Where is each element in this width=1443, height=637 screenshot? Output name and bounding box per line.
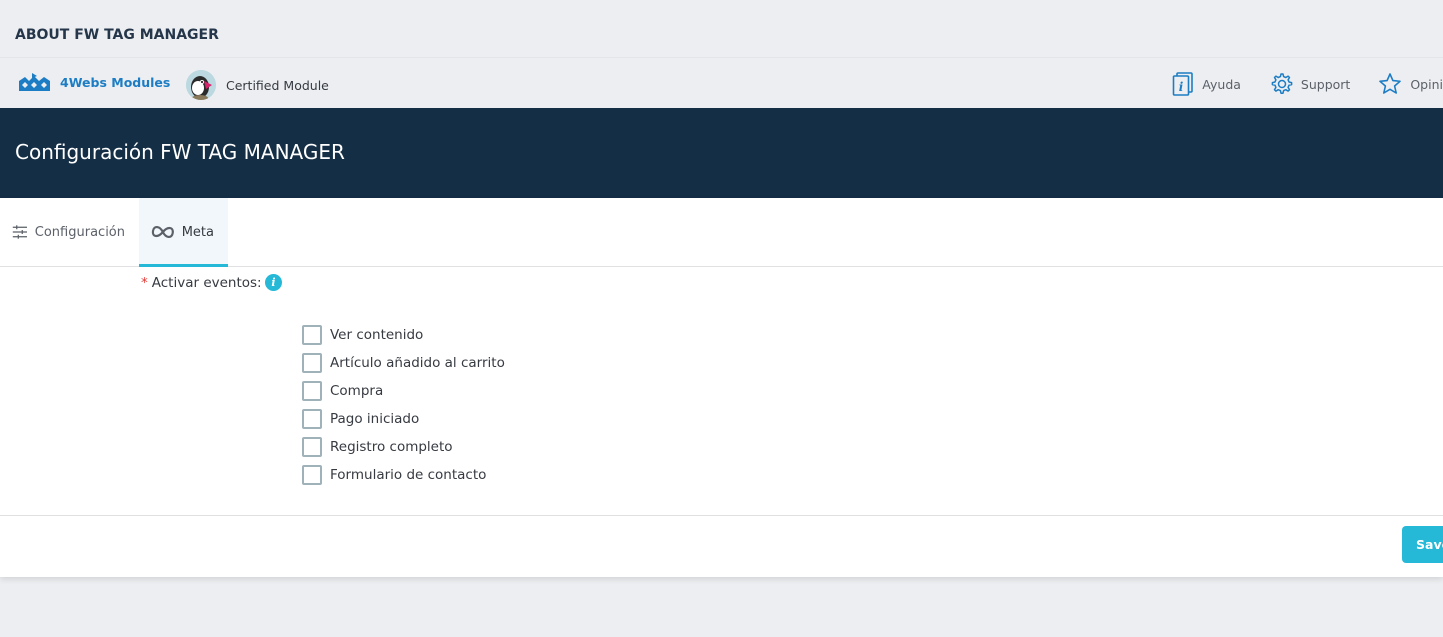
checkbox-label: Artículo añadido al carrito	[330, 355, 505, 371]
tab-bar: Configuración Meta	[0, 198, 1443, 267]
checkbox-registro-completo[interactable]: Registro completo	[302, 433, 505, 461]
footer-divider	[0, 515, 1443, 516]
4webs-logo-icon	[19, 73, 50, 91]
page-header: Configuración FW TAG MANAGER	[0, 108, 1443, 198]
checkbox-label: Ver contenido	[330, 327, 424, 343]
checkbox[interactable]	[302, 409, 322, 429]
sliders-icon	[12, 225, 27, 239]
checkbox-ver-contenido[interactable]: Ver contenido	[302, 321, 505, 349]
info-book-icon: i	[1172, 72, 1194, 96]
help-link[interactable]: i Ayuda	[1172, 72, 1241, 96]
svg-text:i: i	[1179, 80, 1184, 94]
support-link[interactable]: Support	[1269, 72, 1350, 96]
events-checklist: Ver contenido Artículo añadido al carrit…	[302, 321, 505, 489]
tab-label: Meta	[181, 224, 214, 240]
checkbox-label: Formulario de contacto	[330, 467, 487, 483]
checkbox[interactable]	[302, 325, 322, 345]
field-label-text: Activar eventos:	[151, 275, 262, 291]
star-icon	[1379, 73, 1402, 94]
checkbox-compra[interactable]: Compra	[302, 377, 505, 405]
prestashop-puffin-avatar	[186, 70, 216, 100]
meta-infinity-icon	[151, 225, 174, 239]
checkbox[interactable]	[302, 465, 322, 485]
certified-module: Certified Module	[186, 70, 329, 100]
checkbox[interactable]	[302, 437, 322, 457]
checkbox-label: Compra	[330, 383, 384, 399]
checkbox-label: Registro completo	[330, 439, 453, 455]
about-title: ABOUT FW TAG MANAGER	[15, 27, 219, 43]
opinion-label: Opini	[1410, 76, 1443, 92]
tab-configuracion[interactable]: Configuración	[0, 198, 139, 266]
help-label: Ayuda	[1202, 76, 1241, 92]
activar-eventos-label: * Activar eventos:	[141, 275, 262, 291]
checkbox-formulario-contacto[interactable]: Formulario de contacto	[302, 461, 505, 489]
checkbox-articulo-anadido[interactable]: Artículo añadido al carrito	[302, 349, 505, 377]
vendor-label: 4Webs Modules	[60, 74, 171, 90]
save-button[interactable]: Save	[1402, 526, 1443, 563]
required-marker: *	[141, 275, 148, 291]
checkbox[interactable]	[302, 381, 322, 401]
tab-label: Configuración	[34, 224, 125, 240]
gear-icon	[1271, 73, 1293, 94]
info-icon[interactable]: i	[265, 274, 282, 291]
tab-meta[interactable]: Meta	[139, 198, 228, 267]
top-links: i Ayuda Support Opini	[1172, 72, 1443, 96]
support-label: Support	[1300, 76, 1351, 92]
brand-bar: 4Webs Modules Certified Module i Ayuda S…	[0, 58, 1443, 108]
checkbox-label: Pago iniciado	[330, 411, 420, 427]
page-title: Configuración FW TAG MANAGER	[15, 140, 345, 164]
config-panel: Configuración Meta * Activar eventos: i …	[0, 198, 1443, 577]
certified-label: Certified Module	[226, 77, 329, 93]
checkbox[interactable]	[302, 353, 322, 373]
checkbox-pago-iniciado[interactable]: Pago iniciado	[302, 405, 505, 433]
opinion-link[interactable]: Opini	[1378, 72, 1443, 96]
vendor-link[interactable]: 4Webs Modules	[19, 73, 170, 91]
